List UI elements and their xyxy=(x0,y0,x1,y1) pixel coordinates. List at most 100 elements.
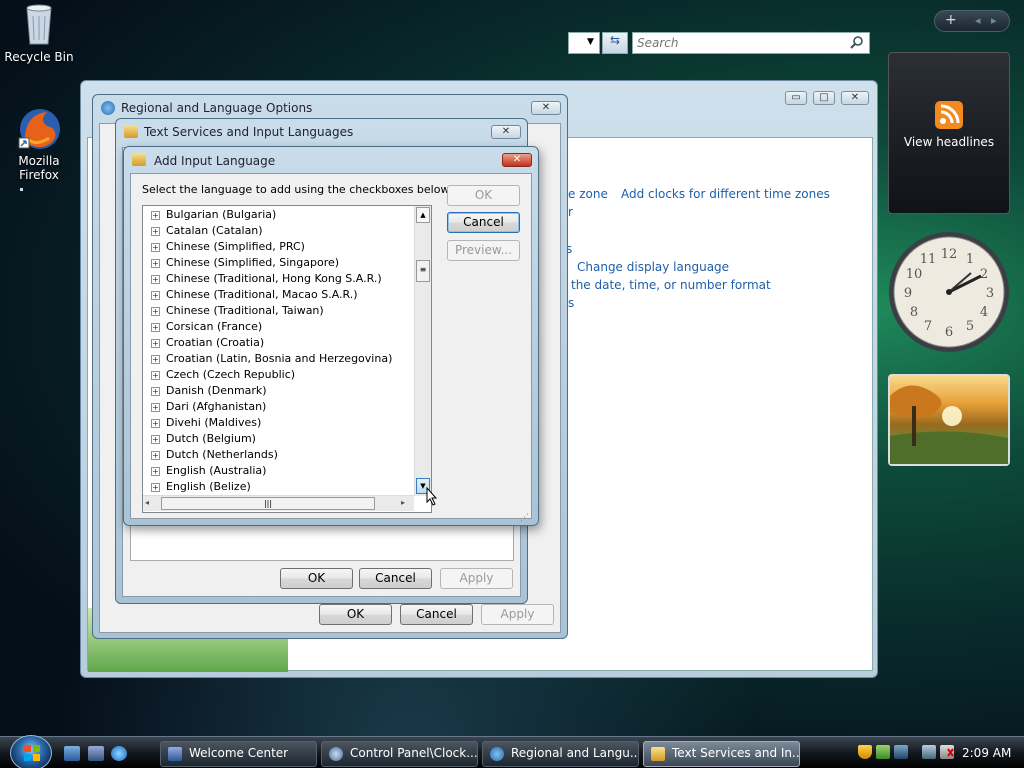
add-gadget-icon[interactable]: + xyxy=(945,12,957,28)
switch-windows-icon[interactable] xyxy=(88,746,104,761)
address-dropdown[interactable]: ▼ xyxy=(568,32,600,54)
maximize-button[interactable]: □ xyxy=(813,91,835,105)
resize-grip-icon[interactable]: ⋰ xyxy=(520,513,529,523)
language-tree-item[interactable]: + Croatian (Latin, Bosnia and Herzegovina… xyxy=(151,352,392,368)
expand-icon[interactable]: + xyxy=(151,435,160,444)
prev-gadget-icon[interactable]: ◂ xyxy=(975,14,981,27)
text-services-close-button[interactable]: ✕ xyxy=(491,125,521,139)
regional-close-button[interactable]: ✕ xyxy=(531,101,561,115)
security-shield-icon[interactable] xyxy=(858,745,872,759)
expand-icon[interactable]: + xyxy=(151,387,160,396)
add-language-preview-button[interactable]: Preview... xyxy=(447,240,520,261)
network-icon[interactable] xyxy=(922,745,936,759)
regional-icon xyxy=(490,747,504,761)
language-tree-item[interactable]: + Czech (Czech Republic) xyxy=(151,368,295,384)
link-change-display-language[interactable]: Change display language xyxy=(577,260,729,274)
firefox-shortcut[interactable]: Mozilla Firefox xyxy=(0,106,78,182)
link-partial-r[interactable]: r xyxy=(568,205,573,219)
language-tree-item[interactable]: + Chinese (Simplified, Singapore) xyxy=(151,256,339,272)
language-tree-item[interactable]: + Chinese (Traditional, Taiwan) xyxy=(151,304,324,320)
selection-dot xyxy=(20,188,23,191)
taskbar-item-label: Welcome Center xyxy=(189,746,289,760)
minimize-button[interactable]: ▭ xyxy=(785,91,807,105)
add-language-ok-button[interactable]: OK xyxy=(447,185,520,206)
expand-icon[interactable]: + xyxy=(151,371,160,380)
language-name: Croatian (Latin, Bosnia and Herzegovina) xyxy=(166,352,393,365)
add-language-close-button[interactable]: ✕ xyxy=(502,153,532,167)
language-tree-item[interactable]: + Chinese (Traditional, Hong Kong S.A.R.) xyxy=(151,272,382,288)
link-add-clocks[interactable]: Add clocks for different time zones xyxy=(621,187,830,201)
scroll-right-button[interactable]: ▸ xyxy=(401,498,405,507)
expand-icon[interactable]: + xyxy=(151,403,160,412)
language-tree-item[interactable]: + Dari (Afghanistan) xyxy=(151,400,266,416)
language-tree-item[interactable]: + Divehi (Maldives) xyxy=(151,416,261,432)
link-time-zone[interactable]: e zone xyxy=(568,187,608,201)
regional-ok-button[interactable]: OK xyxy=(319,604,392,625)
link-partial-s2[interactable]: s xyxy=(568,296,574,310)
text-services-apply-button[interactable]: Apply xyxy=(440,568,513,589)
language-tree-item[interactable]: + Chinese (Simplified, PRC) xyxy=(151,240,305,256)
slideshow-gadget[interactable] xyxy=(888,374,1010,466)
taskbar-item-control-panel[interactable]: Control Panel\Clock... xyxy=(321,741,478,767)
internet-explorer-icon[interactable] xyxy=(111,746,127,761)
language-tree-item[interactable]: + Danish (Denmark) xyxy=(151,384,267,400)
language-tree-item[interactable]: + Catalan (Catalan) xyxy=(151,224,263,240)
refresh-icon[interactable]: ⇆ xyxy=(602,32,628,54)
expand-icon[interactable]: + xyxy=(151,355,160,364)
expand-icon[interactable]: + xyxy=(151,227,160,236)
svg-text:12: 12 xyxy=(941,247,958,262)
show-desktop-icon[interactable] xyxy=(64,746,80,761)
close-button[interactable]: ✕ xyxy=(841,91,869,105)
expand-icon[interactable]: + xyxy=(151,419,160,428)
add-language-cancel-button[interactable]: Cancel xyxy=(447,212,520,233)
text-services-cancel-button[interactable]: Cancel xyxy=(359,568,432,589)
expand-icon[interactable]: + xyxy=(151,243,160,252)
horizontal-scroll-thumb[interactable]: ||| xyxy=(161,497,375,510)
regional-apply-button[interactable]: Apply xyxy=(481,604,554,625)
language-tree-item[interactable]: + English (Belize) xyxy=(151,480,251,496)
language-tree-vertical-scrollbar[interactable]: ▲ ≡ ▼ xyxy=(414,206,431,496)
taskbar-clock[interactable]: 2:09 AM xyxy=(962,746,1011,760)
language-tree-item[interactable]: + Croatian (Croatia) xyxy=(151,336,264,352)
expand-icon[interactable]: + xyxy=(151,307,160,316)
volume-muted-icon[interactable] xyxy=(940,745,954,759)
tray-app-icon[interactable] xyxy=(894,745,908,759)
language-tree[interactable]: + Bulgarian (Bulgaria) + Catalan (Catalan) +… xyxy=(142,205,432,513)
expand-icon[interactable]: + xyxy=(151,211,160,220)
svg-text:6: 6 xyxy=(945,325,953,340)
taskbar-item-regional[interactable]: Regional and Langu... xyxy=(482,741,639,767)
expand-icon[interactable]: + xyxy=(151,323,160,332)
taskbar-item-welcome-center[interactable]: Welcome Center xyxy=(160,741,317,767)
expand-icon[interactable]: + xyxy=(151,291,160,300)
clock-gadget[interactable]: 12 1 2 345 678 9 10 11 xyxy=(886,228,1012,358)
expand-icon[interactable]: + xyxy=(151,451,160,460)
language-tree-item[interactable]: + Chinese (Traditional, Macao S.A.R.) xyxy=(151,288,358,304)
scroll-left-button[interactable]: ◂ xyxy=(145,498,149,507)
next-gadget-icon[interactable]: ▸ xyxy=(991,14,997,27)
start-button[interactable] xyxy=(10,735,52,768)
taskbar-item-text-services[interactable]: Text Services and In... xyxy=(643,741,800,767)
feed-headlines-gadget[interactable]: View headlines xyxy=(888,52,1010,214)
scroll-thumb[interactable]: ≡ xyxy=(416,260,430,282)
link-date-time-format[interactable]: the date, time, or number format xyxy=(571,278,771,292)
expand-icon[interactable]: + xyxy=(151,339,160,348)
safely-remove-icon[interactable] xyxy=(876,745,890,759)
language-tree-item[interactable]: + Corsican (France) xyxy=(151,320,262,336)
sidebar-controls[interactable]: + ◂ ▸ xyxy=(934,10,1010,32)
search-icon[interactable] xyxy=(850,35,864,52)
expand-icon[interactable]: + xyxy=(151,259,160,268)
recycle-bin-shortcut[interactable]: Recycle Bin xyxy=(0,2,78,64)
text-services-ok-button[interactable]: OK xyxy=(280,568,353,589)
text-services-title: Text Services and Input Languages xyxy=(144,125,354,139)
language-tree-horizontal-scrollbar[interactable]: ◂ ||| ▸ xyxy=(143,495,414,511)
language-tree-item[interactable]: + Dutch (Netherlands) xyxy=(151,448,278,464)
language-tree-item[interactable]: + Dutch (Belgium) xyxy=(151,432,256,448)
expand-icon[interactable]: + xyxy=(151,483,160,492)
regional-cancel-button[interactable]: Cancel xyxy=(400,604,473,625)
search-input[interactable]: Search xyxy=(632,32,870,54)
expand-icon[interactable]: + xyxy=(151,467,160,476)
language-tree-item[interactable]: + English (Australia) xyxy=(151,464,266,480)
expand-icon[interactable]: + xyxy=(151,275,160,284)
language-tree-item[interactable]: + Bulgarian (Bulgaria) xyxy=(151,208,276,224)
scroll-up-button[interactable]: ▲ xyxy=(416,207,430,223)
